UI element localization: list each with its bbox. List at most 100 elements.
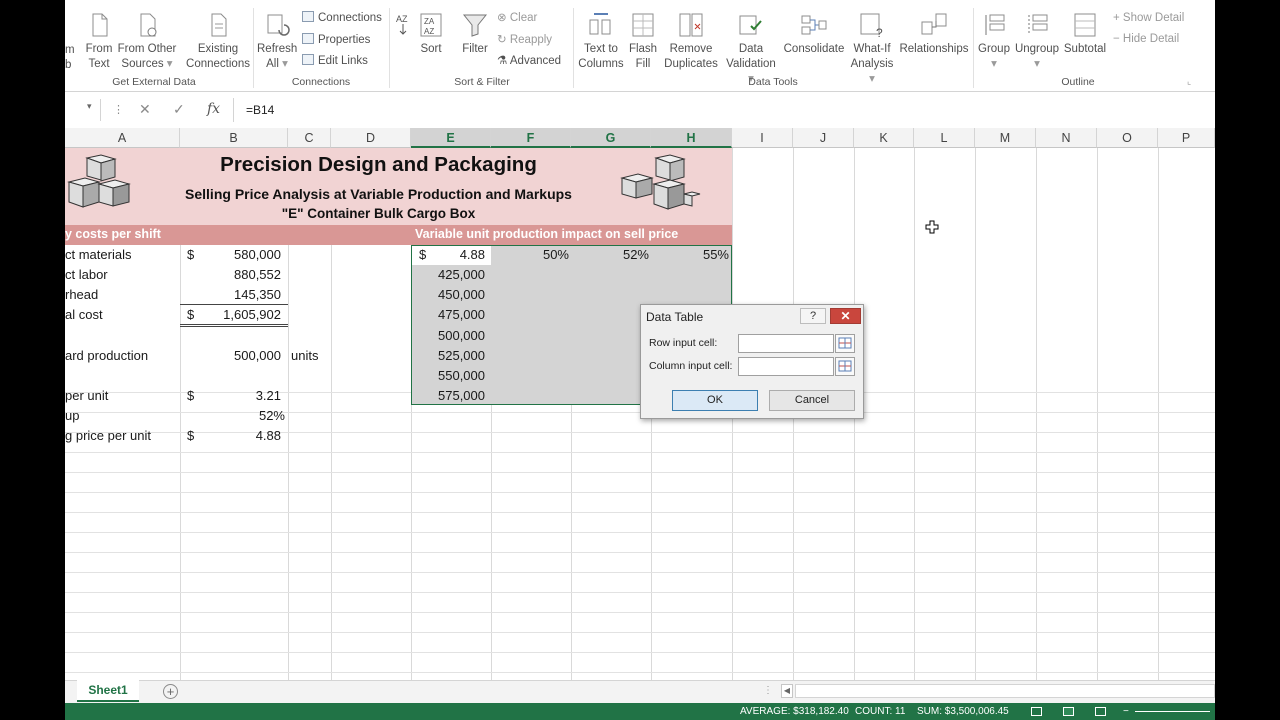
refresh-icon xyxy=(267,14,290,36)
dialog-launcher-icon[interactable]: ⌞ xyxy=(1187,74,1191,89)
column-header-a[interactable]: A xyxy=(65,128,180,148)
markup-header[interactable]: 50% xyxy=(495,247,569,262)
partial-button-label[interactable]: m xyxy=(65,43,75,58)
ok-button[interactable]: OK xyxy=(672,390,758,411)
enter-icon[interactable]: ✓ xyxy=(173,101,185,118)
hide-detail-button[interactable]: − Hide Detail xyxy=(1113,32,1179,47)
insert-function-icon[interactable]: fx xyxy=(207,101,220,117)
column-header-h[interactable]: H xyxy=(651,128,732,148)
column-header-p[interactable]: P xyxy=(1158,128,1215,148)
normal-view-icon[interactable] xyxy=(1031,707,1042,716)
page-break-preview-icon[interactable] xyxy=(1095,707,1106,716)
row-label[interactable]: ard production xyxy=(65,348,148,363)
row-value[interactable]: 3.21 xyxy=(205,388,281,403)
formula-input[interactable]: =B14 xyxy=(233,98,1215,122)
production-value[interactable]: 550,000 xyxy=(415,368,485,383)
consolidate-button[interactable]: Consolidate xyxy=(781,12,847,57)
column-header-m[interactable]: M xyxy=(975,128,1036,148)
refresh-all-button[interactable]: Refresh All ▾ xyxy=(257,12,297,72)
existing-connections-button[interactable]: Existing Connections xyxy=(183,12,253,72)
subtotal-button[interactable]: Subtotal xyxy=(1063,12,1107,57)
production-value[interactable]: 525,000 xyxy=(415,348,485,363)
column-header-c[interactable]: C xyxy=(288,128,331,148)
column-header-n[interactable]: N xyxy=(1036,128,1097,148)
page-layout-icon[interactable] xyxy=(1063,707,1074,716)
show-detail-button[interactable]: + Show Detail xyxy=(1113,11,1184,26)
row-value[interactable]: 880,552 xyxy=(205,267,281,282)
column-header-d[interactable]: D xyxy=(331,128,411,148)
units-label[interactable]: units xyxy=(291,348,318,363)
zoom-slider[interactable] xyxy=(1135,711,1210,712)
text-to-columns-button[interactable]: Text to Columns xyxy=(577,12,625,72)
from-text-button[interactable]: From Text xyxy=(83,12,115,72)
help-icon[interactable]: ? xyxy=(800,308,826,324)
row-label[interactable]: g price per unit xyxy=(65,428,151,443)
ungroup-button[interactable]: Ungroup ▾ xyxy=(1013,12,1061,72)
group-label-outline: Outline xyxy=(1061,76,1095,88)
column-header-e[interactable]: E xyxy=(411,128,491,148)
filter-label: Filter xyxy=(462,43,488,55)
row-input-field[interactable] xyxy=(738,334,834,353)
row-label[interactable]: per unit xyxy=(65,388,108,403)
from-other-sources-button[interactable]: From Other Sources ▾ xyxy=(117,12,177,72)
row-label[interactable]: rhead xyxy=(65,287,98,302)
edit-links-button[interactable]: Edit Links xyxy=(302,54,368,69)
production-value[interactable]: 500,000 xyxy=(415,328,485,343)
zoom-out-icon[interactable]: − xyxy=(1123,703,1129,720)
name-box[interactable]: ▾ xyxy=(65,99,101,121)
range-selector-icon[interactable] xyxy=(835,334,855,353)
column-header-b[interactable]: B xyxy=(180,128,288,148)
row-value[interactable]: 4.88 xyxy=(205,428,281,443)
markup-header[interactable]: 52% xyxy=(575,247,649,262)
splitter-icon[interactable]: ⋮ xyxy=(763,685,773,696)
markup-header[interactable]: 55% xyxy=(655,247,729,262)
row-value[interactable]: 580,000 xyxy=(205,247,281,262)
column-header-l[interactable]: L xyxy=(914,128,975,148)
column-header-g[interactable]: G xyxy=(571,128,651,148)
column-input-field[interactable] xyxy=(738,357,834,376)
row-value[interactable]: 145,350 xyxy=(205,287,281,302)
sort-button[interactable]: ZA AZ Sort xyxy=(413,12,449,57)
sheet-tab-sheet1[interactable]: Sheet1 xyxy=(77,680,139,702)
horizontal-scrollbar[interactable] xyxy=(795,684,1215,698)
text-to-columns-label-2: Columns xyxy=(578,58,624,70)
close-icon[interactable]: ✕ xyxy=(830,308,861,324)
corner-value[interactable]: 4.88 xyxy=(425,247,485,262)
scroll-left-icon[interactable]: ◀ xyxy=(781,684,793,698)
existing-label: Existing xyxy=(197,43,239,55)
partial-button-label[interactable]: b xyxy=(65,58,71,73)
group-button[interactable]: Group ▾ xyxy=(977,12,1011,72)
row-label[interactable]: ct labor xyxy=(65,267,108,282)
filter-button[interactable]: Filter xyxy=(457,12,493,57)
column-header-j[interactable]: J xyxy=(793,128,854,148)
row-value[interactable]: 1,605,902 xyxy=(205,307,281,322)
clear-button[interactable]: ⊗ Clear xyxy=(497,11,537,26)
cancel-button[interactable]: Cancel xyxy=(769,390,855,411)
relationships-button[interactable]: Relationships xyxy=(899,12,969,57)
column-header-i[interactable]: I xyxy=(732,128,793,148)
range-selector-icon[interactable] xyxy=(835,357,855,376)
flash-fill-button[interactable]: Flash Fill xyxy=(625,12,661,72)
add-sheet-icon[interactable]: + xyxy=(163,684,178,699)
production-value[interactable]: 475,000 xyxy=(415,307,485,322)
row-label[interactable]: ct materials xyxy=(65,247,131,262)
what-if-icon: ? xyxy=(860,13,883,38)
row-label[interactable]: up xyxy=(65,408,79,423)
properties-button[interactable]: Properties xyxy=(302,33,370,48)
row-label[interactable]: al cost xyxy=(65,307,103,322)
reapply-button[interactable]: ↻ Reapply xyxy=(497,33,552,48)
column-header-f[interactable]: F xyxy=(491,128,571,148)
production-value[interactable]: 450,000 xyxy=(415,287,485,302)
cancel-icon[interactable]: ✕ xyxy=(139,101,151,118)
sort-az-button[interactable]: AZ xyxy=(393,12,413,42)
row-value[interactable]: 52% xyxy=(205,408,285,423)
row-value[interactable]: 500,000 xyxy=(205,348,281,363)
remove-duplicates-button[interactable]: Remove Duplicates xyxy=(663,12,719,72)
column-header-k[interactable]: K xyxy=(854,128,914,148)
production-value[interactable]: 425,000 xyxy=(415,267,485,282)
column-header-o[interactable]: O xyxy=(1097,128,1158,148)
text-to-columns-label: Text to xyxy=(584,43,618,55)
advanced-button[interactable]: ⚗ Advanced xyxy=(497,54,561,69)
connections-button[interactable]: Connections xyxy=(302,11,382,26)
production-value[interactable]: 575,000 xyxy=(415,388,485,403)
